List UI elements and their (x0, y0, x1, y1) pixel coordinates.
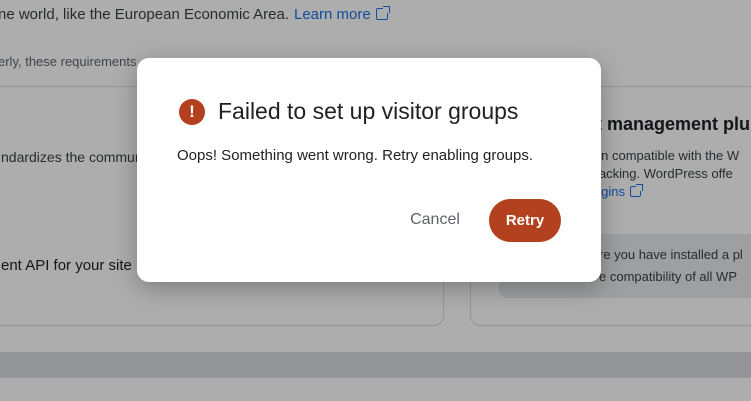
dialog-header: ! Failed to set up visitor groups (179, 98, 518, 125)
dialog-message: Oops! Something went wrong. Retry enabli… (177, 147, 534, 164)
error-dialog: ! Failed to set up visitor groups Oops! … (137, 58, 601, 282)
error-icon: ! (179, 98, 205, 125)
retry-button[interactable]: Retry (489, 199, 561, 242)
dialog-title: Failed to set up visitor groups (218, 98, 519, 124)
cancel-button[interactable]: Cancel (395, 199, 475, 241)
